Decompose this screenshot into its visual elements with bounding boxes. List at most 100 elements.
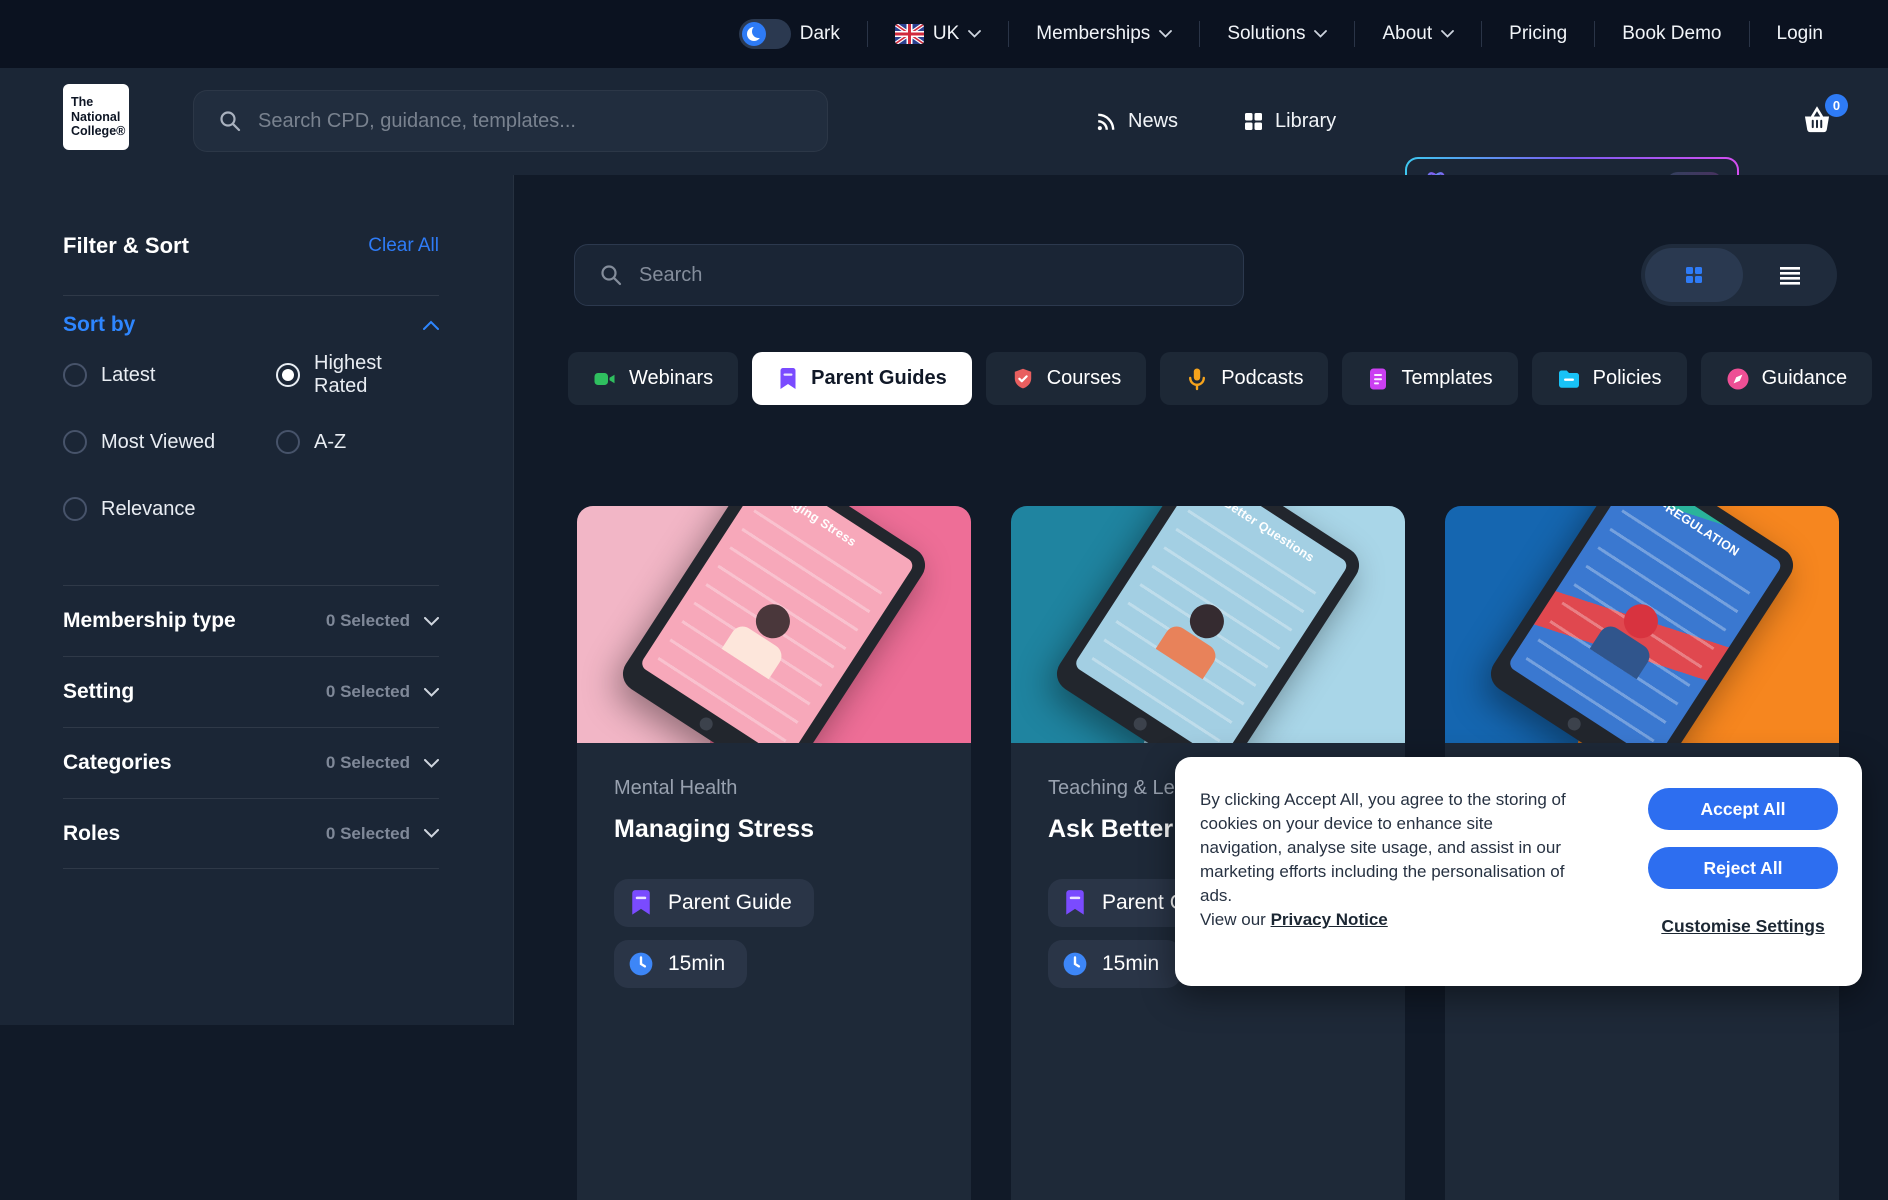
cart-button[interactable]: 0 bbox=[1800, 104, 1836, 140]
filter-section-label: Setting bbox=[63, 680, 134, 704]
chip-label: Podcasts bbox=[1221, 367, 1303, 390]
nav-label: Solutions bbox=[1227, 23, 1305, 45]
chip-podcasts[interactable]: Podcasts bbox=[1160, 352, 1328, 405]
sort-by-header[interactable]: Sort by bbox=[63, 313, 439, 337]
filter-section-label: Categories bbox=[63, 751, 172, 775]
chip-policies[interactable]: Policies bbox=[1532, 352, 1687, 405]
nav-pricing[interactable]: Pricing bbox=[1482, 23, 1594, 45]
grid-view-button[interactable] bbox=[1645, 248, 1743, 302]
selected-count: 0 Selected bbox=[326, 611, 410, 631]
nav-login[interactable]: Login bbox=[1750, 23, 1851, 45]
nav-about[interactable]: About bbox=[1355, 23, 1481, 45]
compass-icon bbox=[1726, 367, 1750, 391]
nav-label: Pricing bbox=[1509, 23, 1567, 45]
tablet-mockup: Managing Stress bbox=[616, 506, 932, 743]
filter-section-categories[interactable]: Categories 0 Selected bbox=[63, 727, 439, 798]
chevron-down-icon bbox=[424, 617, 439, 626]
bookmark-icon bbox=[777, 367, 799, 391]
sort-option-label: Most Viewed bbox=[101, 431, 215, 454]
content-search[interactable] bbox=[574, 244, 1244, 306]
sort-option-relevance[interactable]: Relevance bbox=[63, 495, 276, 523]
card-thumbnail: Ask Better Questions bbox=[1011, 506, 1405, 743]
customise-settings-link[interactable]: Customise Settings bbox=[1648, 916, 1838, 937]
filter-section-setting[interactable]: Setting 0 Selected bbox=[63, 656, 439, 727]
card-managing-stress[interactable]: Managing Stress Mental Health Managing S… bbox=[577, 506, 971, 1200]
card-category: Mental Health bbox=[614, 777, 934, 800]
filter-section-label: Roles bbox=[63, 822, 120, 846]
news-link[interactable]: News bbox=[1095, 68, 1178, 175]
content-type-chips: Webinars Parent Guides Courses Podcasts … bbox=[568, 352, 1872, 405]
chip-courses[interactable]: Courses bbox=[986, 352, 1146, 405]
filter-sidebar: Filter & Sort Clear All Sort by Latest H… bbox=[0, 175, 514, 1025]
clear-all-link[interactable]: Clear All bbox=[368, 235, 439, 257]
card-thumbnail: Managing Stress bbox=[577, 506, 971, 743]
card-body: Mental Health Managing Stress Parent Gui… bbox=[577, 743, 971, 1200]
nav-solutions[interactable]: Solutions bbox=[1200, 23, 1354, 45]
privacy-notice-link[interactable]: Privacy Notice bbox=[1271, 910, 1388, 929]
sort-option-highest-rated[interactable]: Highest Rated bbox=[276, 361, 439, 389]
tablet-mockup: Ask Better Questions bbox=[1050, 506, 1366, 743]
microphone-icon bbox=[1185, 367, 1209, 391]
sort-option-most-viewed[interactable]: Most Viewed bbox=[63, 428, 276, 456]
type-badge-label: Parent G bbox=[1102, 891, 1186, 915]
library-label: Library bbox=[1275, 110, 1336, 133]
nav-memberships[interactable]: Memberships bbox=[1009, 23, 1199, 45]
radio-icon[interactable] bbox=[63, 363, 87, 387]
filter-sections: Membership type 0 Selected Setting 0 Sel… bbox=[63, 585, 439, 869]
chevron-down-icon bbox=[1441, 30, 1454, 38]
filter-section-membership-type[interactable]: Membership type 0 Selected bbox=[63, 585, 439, 656]
sort-option-latest[interactable]: Latest bbox=[63, 361, 276, 389]
radio-icon[interactable] bbox=[276, 430, 300, 454]
sort-options: Latest Highest Rated Most Viewed A-Z Rel… bbox=[63, 361, 439, 523]
locale-dropdown[interactable]: UK bbox=[868, 23, 1008, 45]
list-view-button[interactable] bbox=[1743, 244, 1837, 306]
accept-all-button[interactable]: Accept All bbox=[1648, 788, 1838, 830]
type-badge: Parent Guide bbox=[614, 879, 814, 927]
tablet-screen: Ask Better Questions bbox=[1073, 506, 1349, 743]
chevron-up-icon bbox=[423, 320, 439, 330]
selected-count: 0 Selected bbox=[326, 682, 410, 702]
global-search-input[interactable] bbox=[258, 110, 803, 133]
chip-label: Policies bbox=[1593, 367, 1662, 390]
grid-view-icon bbox=[1683, 264, 1705, 286]
sort-by-label: Sort by bbox=[63, 313, 135, 337]
cookie-text: By clicking Accept All, you agree to the… bbox=[1200, 788, 1640, 986]
chip-webinars[interactable]: Webinars bbox=[568, 352, 738, 405]
chevron-down-icon bbox=[424, 829, 439, 838]
divider bbox=[63, 295, 439, 296]
dark-mode-toggle[interactable] bbox=[739, 19, 791, 49]
tablet-screen: Managing Stress bbox=[639, 506, 915, 743]
tablet-screen: SELF-REGULATION bbox=[1507, 506, 1783, 743]
tablet-mockup: SELF-REGULATION bbox=[1484, 506, 1800, 743]
sort-option-a-z[interactable]: A-Z bbox=[276, 428, 439, 456]
global-search[interactable] bbox=[193, 90, 828, 152]
library-link[interactable]: Library bbox=[1243, 68, 1336, 175]
theme-toggle-group[interactable]: Dark bbox=[712, 19, 867, 49]
chip-guidance[interactable]: Guidance bbox=[1701, 352, 1873, 405]
top-utility-bar: Dark UK Memberships Solutions About Pric… bbox=[0, 0, 1888, 68]
chevron-down-icon bbox=[424, 688, 439, 697]
radio-icon[interactable] bbox=[63, 430, 87, 454]
filter-section-roles[interactable]: Roles 0 Selected bbox=[63, 798, 439, 869]
duration-badge: 15min bbox=[614, 940, 747, 988]
template-icon bbox=[1367, 367, 1389, 391]
chip-parent-guides[interactable]: Parent Guides bbox=[752, 352, 972, 405]
cookie-actions: Accept All Reject All Customise Settings bbox=[1648, 788, 1838, 986]
nav-label: About bbox=[1382, 23, 1432, 45]
nav-book-demo[interactable]: Book Demo bbox=[1595, 23, 1748, 45]
radio-selected-icon[interactable] bbox=[276, 363, 300, 387]
chip-templates[interactable]: Templates bbox=[1342, 352, 1517, 405]
sort-option-label: Highest Rated bbox=[314, 352, 439, 398]
sort-option-label: Relevance bbox=[101, 498, 196, 521]
grid-icon bbox=[1243, 111, 1264, 132]
content-search-input[interactable] bbox=[639, 264, 1219, 287]
logo[interactable]: The National College® bbox=[63, 84, 129, 150]
radio-icon[interactable] bbox=[63, 497, 87, 521]
chip-label: Parent Guides bbox=[811, 367, 947, 390]
reject-all-button[interactable]: Reject All bbox=[1648, 847, 1838, 889]
clock-icon bbox=[1062, 951, 1088, 977]
folder-icon bbox=[1557, 368, 1581, 390]
clock-icon bbox=[628, 951, 654, 977]
sort-option-label: Latest bbox=[101, 364, 155, 387]
logo-line: National bbox=[71, 110, 129, 125]
